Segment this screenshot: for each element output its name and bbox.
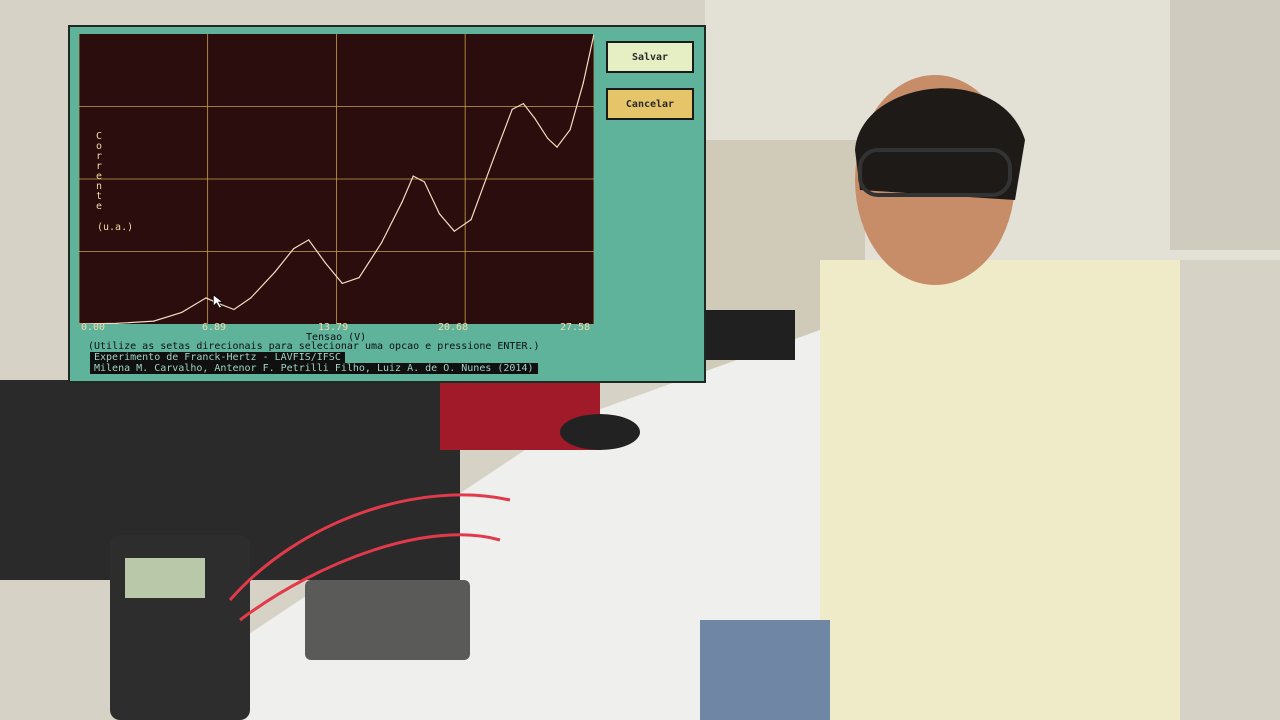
- mouse-pointer-icon: [213, 294, 224, 309]
- data-point: [453, 230, 455, 232]
- data-point: [412, 175, 414, 177]
- plot-area: Corrente (u.a.): [79, 34, 594, 324]
- data-point: [511, 108, 513, 110]
- data-point: [181, 311, 183, 313]
- data-point: [324, 262, 327, 264]
- data-point: [534, 117, 536, 119]
- data-point: [556, 146, 558, 148]
- x-tick-label: 6.89: [202, 322, 227, 333]
- data-point: [205, 297, 207, 299]
- x-tick-label: 20.68: [438, 322, 469, 333]
- save-button[interactable]: Salvar: [606, 41, 694, 73]
- data-point: [274, 271, 276, 273]
- x-tick-label: 0.00: [81, 322, 106, 333]
- current-voltage-plot: [79, 34, 594, 324]
- experiment-title: Experimento de Franck-Hertz - LAVFIS/IFS…: [90, 352, 345, 363]
- data-point: [308, 239, 310, 241]
- y-axis-label-char: e: [96, 201, 103, 212]
- data-point: [569, 129, 571, 131]
- x-tick-label: 27.58: [560, 322, 591, 333]
- data-point: [341, 282, 343, 284]
- data-point: [153, 320, 155, 322]
- y-axis-unit: (u.a.): [97, 222, 134, 233]
- data-point: [358, 277, 360, 279]
- data-point: [293, 248, 295, 250]
- data-point: [547, 137, 549, 139]
- data-point: [438, 213, 440, 215]
- franck-hertz-app-window: Corrente (u.a.) 0.00 6.89 13.79 20.68 27…: [68, 25, 706, 383]
- authors-credit: Milena M. Carvalho, Antenor F. Petrilli …: [90, 363, 538, 374]
- data-point: [582, 82, 584, 84]
- data-point: [380, 242, 383, 244]
- data-point: [250, 297, 252, 299]
- data-point: [423, 181, 426, 183]
- data-point: [115, 322, 117, 324]
- data-point: [233, 308, 235, 311]
- data-point: [401, 201, 403, 203]
- data-point: [470, 219, 472, 221]
- instruction-text: (Utilize as setas direcionais para selec…: [88, 341, 540, 352]
- data-point: [492, 158, 495, 160]
- data-point: [522, 103, 525, 105]
- cancel-button[interactable]: Cancelar: [606, 88, 694, 120]
